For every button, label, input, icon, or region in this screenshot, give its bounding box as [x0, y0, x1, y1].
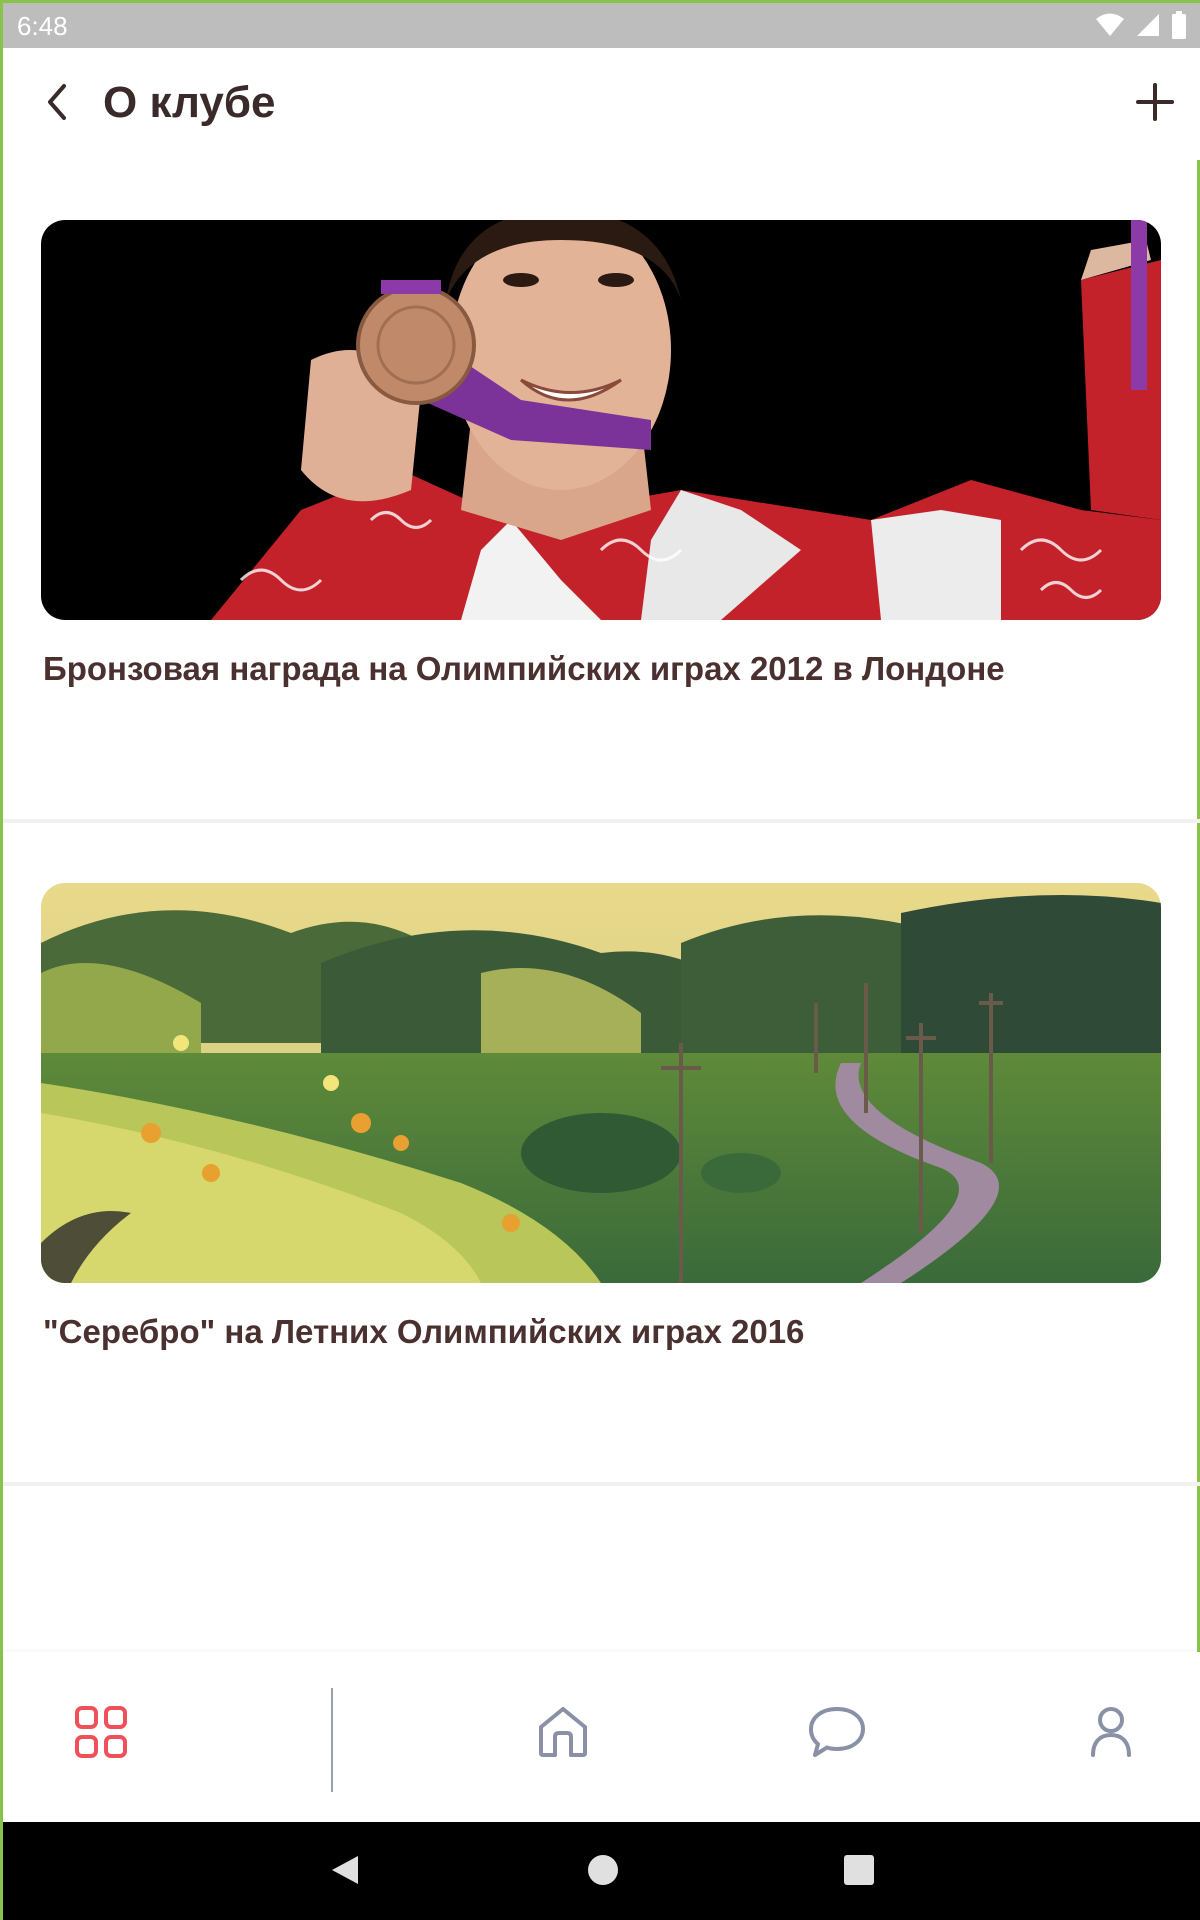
wifi-icon	[1095, 12, 1125, 38]
system-back-button[interactable]	[317, 1844, 373, 1900]
home-icon	[537, 1705, 589, 1764]
post-title[interactable]: "Серебро" на Летних Олимпийских играх 20…	[43, 1313, 804, 1351]
bottom-navigation	[3, 1652, 1200, 1822]
add-button[interactable]	[1127, 76, 1183, 132]
nav-item-catalog[interactable]	[51, 1684, 151, 1784]
post-image-athlete[interactable]	[41, 220, 1161, 620]
nav-item-home[interactable]	[513, 1684, 613, 1784]
system-navigation-bar	[3, 1822, 1200, 1920]
nav-divider	[331, 1688, 333, 1792]
profile-icon	[1089, 1705, 1133, 1764]
nav-item-profile[interactable]	[1061, 1684, 1161, 1784]
status-icons	[1095, 11, 1187, 39]
chat-icon	[807, 1705, 867, 1764]
system-home-button[interactable]	[575, 1844, 631, 1900]
nav-item-chat[interactable]	[787, 1684, 887, 1784]
post-title[interactable]: Бронзовая награда на Олимпийских играх 2…	[43, 650, 1005, 688]
status-time: 6:48	[17, 11, 68, 41]
circle-home-icon	[586, 1853, 620, 1892]
plus-icon	[1135, 82, 1175, 127]
post-card[interactable]: Бронзовая награда на Олимпийских играх 2…	[3, 160, 1200, 823]
status-bar: 6:48	[3, 0, 1200, 48]
grid-icon	[74, 1705, 128, 1764]
chevron-left-icon	[45, 82, 69, 127]
app-header: О клубе	[3, 48, 1200, 160]
page-title: О клубе	[103, 78, 276, 127]
battery-icon	[1171, 11, 1187, 39]
club-feed: Бронзовая награда на Олимпийских играх 2…	[3, 160, 1200, 1486]
square-recents-icon	[842, 1853, 876, 1892]
signal-icon	[1135, 12, 1161, 38]
triangle-back-icon	[328, 1853, 362, 1892]
post-card[interactable]: "Серебро" на Летних Олимпийских играх 20…	[3, 823, 1200, 1486]
back-button[interactable]	[33, 80, 81, 128]
post-image-landscape[interactable]	[41, 883, 1161, 1283]
system-recents-button[interactable]	[831, 1844, 887, 1900]
